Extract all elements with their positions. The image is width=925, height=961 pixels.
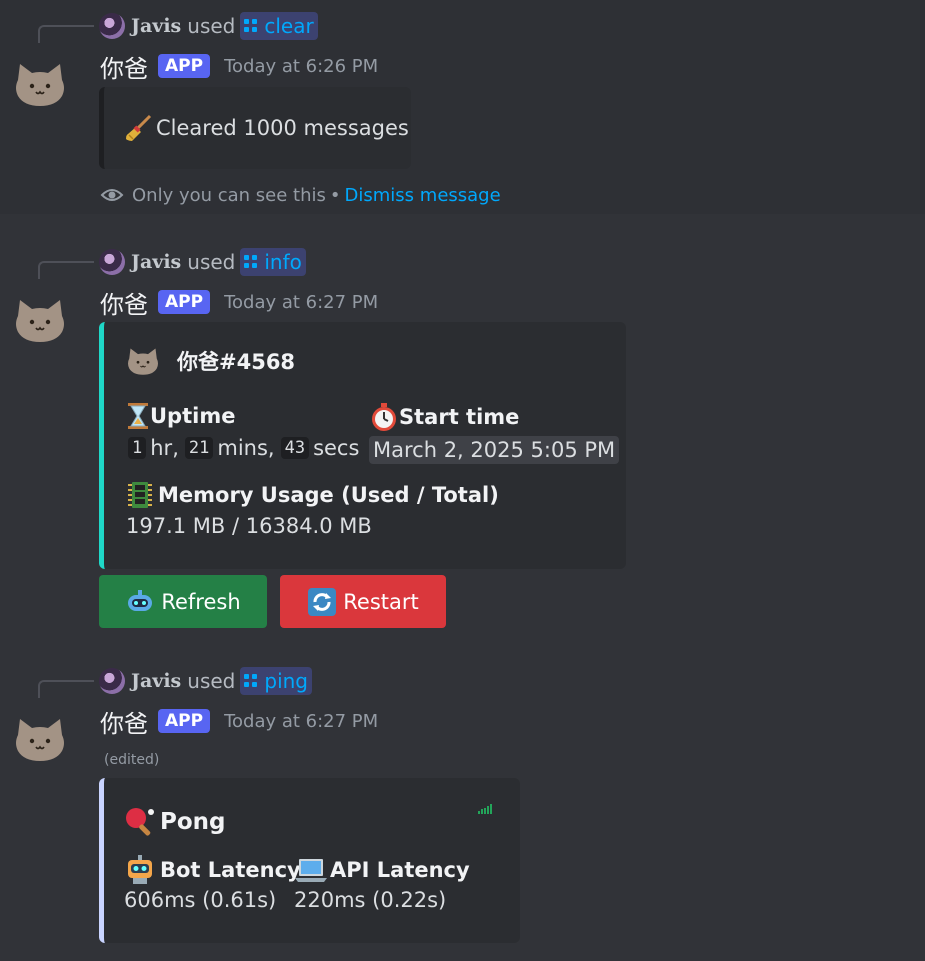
- cat-avatar-icon[interactable]: [12, 296, 68, 344]
- api-latency-title: API Latency: [330, 858, 470, 882]
- field-uptime: Uptime 1 hr, 21 mins, 43 secs: [126, 402, 359, 460]
- minutes-unit: mins,: [217, 436, 275, 460]
- command-icon: [244, 255, 258, 269]
- reply-used-text: used: [187, 250, 236, 274]
- seconds-code: 43: [280, 437, 310, 459]
- field-title: Memory Usage (Used / Total): [126, 480, 499, 510]
- app-badge: APP: [158, 709, 211, 733]
- cat-avatar-icon: [125, 346, 161, 376]
- seconds-unit: secs: [313, 436, 360, 460]
- reply-avatar[interactable]: [99, 668, 125, 694]
- reply-avatar[interactable]: [99, 249, 125, 275]
- field-bot-latency: Bot Latency 606ms (0.61s): [124, 854, 301, 912]
- message-header: 你爸 APP Today at 6:26 PM: [100, 49, 378, 84]
- reply-used-text: used: [187, 669, 236, 693]
- message-ping: Javis used ping 你爸 APP Today at 6:27 PM …: [0, 652, 925, 952]
- minutes-code: 21: [184, 437, 214, 459]
- app-badge: APP: [158, 54, 211, 78]
- field-start-time: Start time March 2, 2025 5:05 PM: [369, 402, 620, 464]
- username[interactable]: 你爸: [100, 49, 148, 84]
- field-title: Start time: [369, 402, 619, 432]
- ping-pong-icon: [126, 808, 154, 836]
- reply-connector: [38, 680, 94, 698]
- laptop-icon: [295, 859, 327, 882]
- ping-embed: Pong Bot Latency 606ms (0.61s) API Laten…: [99, 778, 520, 943]
- eye-icon: [100, 189, 124, 201]
- embed-title: Pong: [124, 806, 226, 838]
- embed-author: 你爸#4568: [125, 346, 295, 376]
- field-title: Uptime: [126, 402, 359, 430]
- command-icon: [244, 19, 258, 33]
- dismiss-message-link[interactable]: Dismiss message: [345, 185, 501, 206]
- command-name: ping: [264, 669, 308, 693]
- start-time-title: Start time: [399, 405, 520, 429]
- bot-latency-title: Bot Latency: [160, 858, 301, 882]
- separator: •: [329, 184, 341, 206]
- hours-code: 1: [128, 437, 147, 459]
- field-memory: Memory Usage (Used / Total) 197.1 MB / 1…: [126, 480, 499, 538]
- refresh-button[interactable]: Refresh: [99, 575, 267, 628]
- app-badge: APP: [158, 290, 211, 314]
- reply-connector: [38, 25, 94, 43]
- reply-connector: [38, 261, 94, 279]
- signal-icon: [478, 804, 492, 814]
- info-embed: 你爸#4568 Uptime 1 hr, 21 mins, 43 secs St…: [99, 322, 626, 569]
- command-chip[interactable]: info: [240, 248, 306, 276]
- embed: Cleared 1000 messages: [99, 87, 411, 169]
- reply-username[interactable]: Javis: [131, 670, 181, 692]
- restart-button[interactable]: Restart: [280, 575, 446, 628]
- username[interactable]: 你爸: [100, 285, 148, 320]
- message-info: Javis used info 你爸 APP Today at 6:27 PM …: [0, 232, 925, 642]
- username[interactable]: 你爸: [100, 704, 148, 739]
- ephemeral-notice: Only you can see this • Dismiss message: [100, 182, 501, 208]
- message-clear: Javis used clear 你爸 APP Today at 6:26 PM…: [0, 0, 925, 214]
- bot-latency-value: 606ms (0.61s): [124, 888, 277, 912]
- cat-avatar-icon[interactable]: [12, 60, 68, 108]
- reply-avatar[interactable]: [99, 13, 125, 39]
- hours-unit: hr,: [150, 436, 179, 460]
- edited-label: (edited): [104, 752, 160, 768]
- field-title: API Latency: [294, 854, 470, 886]
- timestamp[interactable]: Today at 6:26 PM: [224, 56, 378, 77]
- uptime-title: Uptime: [150, 404, 236, 428]
- uptime-value: 1 hr, 21 mins, 43 secs: [126, 436, 359, 460]
- robot-icon: [128, 855, 152, 884]
- reply-username[interactable]: Javis: [131, 15, 181, 37]
- robot-icon: [128, 589, 153, 611]
- reply-username[interactable]: Javis: [131, 251, 181, 273]
- timestamp[interactable]: Today at 6:27 PM: [224, 292, 378, 313]
- command-chip[interactable]: clear: [240, 12, 318, 40]
- command-chip[interactable]: ping: [240, 667, 312, 695]
- field-title: Bot Latency: [124, 854, 301, 886]
- broom-icon: [126, 114, 152, 141]
- start-time-value: March 2, 2025 5:05 PM: [369, 436, 620, 464]
- command-name: info: [264, 250, 302, 274]
- memory-value: 197.1 MB / 16384.0 MB: [126, 514, 372, 538]
- message-header: 你爸 APP Today at 6:27 PM: [100, 704, 378, 739]
- embed-text: Cleared 1000 messages: [156, 116, 409, 140]
- memory-title: Memory Usage (Used / Total): [158, 483, 499, 507]
- reply-reference[interactable]: Javis used info: [99, 248, 306, 276]
- field-api-latency: API Latency 220ms (0.22s): [294, 854, 470, 912]
- memory-icon: [128, 482, 152, 508]
- message-header: 你爸 APP Today at 6:27 PM: [100, 285, 378, 320]
- refresh-label: Refresh: [161, 589, 241, 614]
- reply-used-text: used: [187, 14, 236, 38]
- restart-label: Restart: [343, 589, 419, 614]
- stopwatch-icon: [372, 403, 396, 431]
- command-name: clear: [264, 14, 314, 38]
- timestamp[interactable]: Today at 6:27 PM: [224, 711, 378, 732]
- refresh-icon: [308, 587, 337, 616]
- reply-reference[interactable]: Javis used clear: [99, 12, 318, 40]
- cat-avatar-icon[interactable]: [12, 715, 68, 763]
- ephemeral-text: Only you can see this: [132, 184, 326, 206]
- start-time-timestamp[interactable]: March 2, 2025 5:05 PM: [369, 436, 620, 464]
- embed-author-name[interactable]: 你爸#4568: [177, 346, 295, 376]
- pong-title: Pong: [160, 809, 226, 835]
- command-icon: [244, 674, 258, 688]
- reply-reference[interactable]: Javis used ping: [99, 667, 312, 695]
- hourglass-icon: [128, 403, 148, 429]
- api-latency-value: 220ms (0.22s): [294, 888, 447, 912]
